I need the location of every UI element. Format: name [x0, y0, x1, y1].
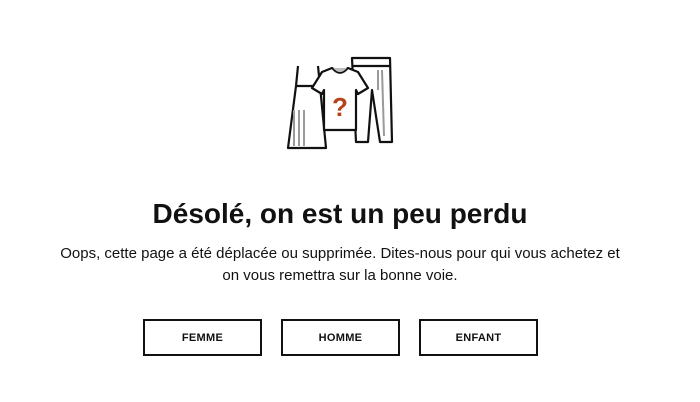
- error-message-line-1: Oops, cette page a été déplacée ou suppr…: [60, 245, 620, 262]
- clothing-question-icon: ?: [286, 56, 394, 150]
- not-found-page: ? Désolé, on est un peu perdu Oops, cett…: [0, 0, 700, 402]
- homme-button[interactable]: HOMME: [281, 319, 400, 356]
- error-message-line-2: on vous remettra sur la bonne voie.: [222, 267, 458, 284]
- question-mark-icon: ?: [332, 92, 348, 122]
- page-title: Désolé, on est un peu perdu: [152, 198, 528, 229]
- audience-buttons: FEMME HOMME ENFANT: [143, 319, 538, 356]
- error-message: Oops, cette page a été déplacée ou suppr…: [40, 243, 640, 287]
- pants-icon: [350, 56, 394, 144]
- femme-button[interactable]: FEMME: [143, 319, 262, 356]
- enfant-button[interactable]: ENFANT: [419, 319, 538, 356]
